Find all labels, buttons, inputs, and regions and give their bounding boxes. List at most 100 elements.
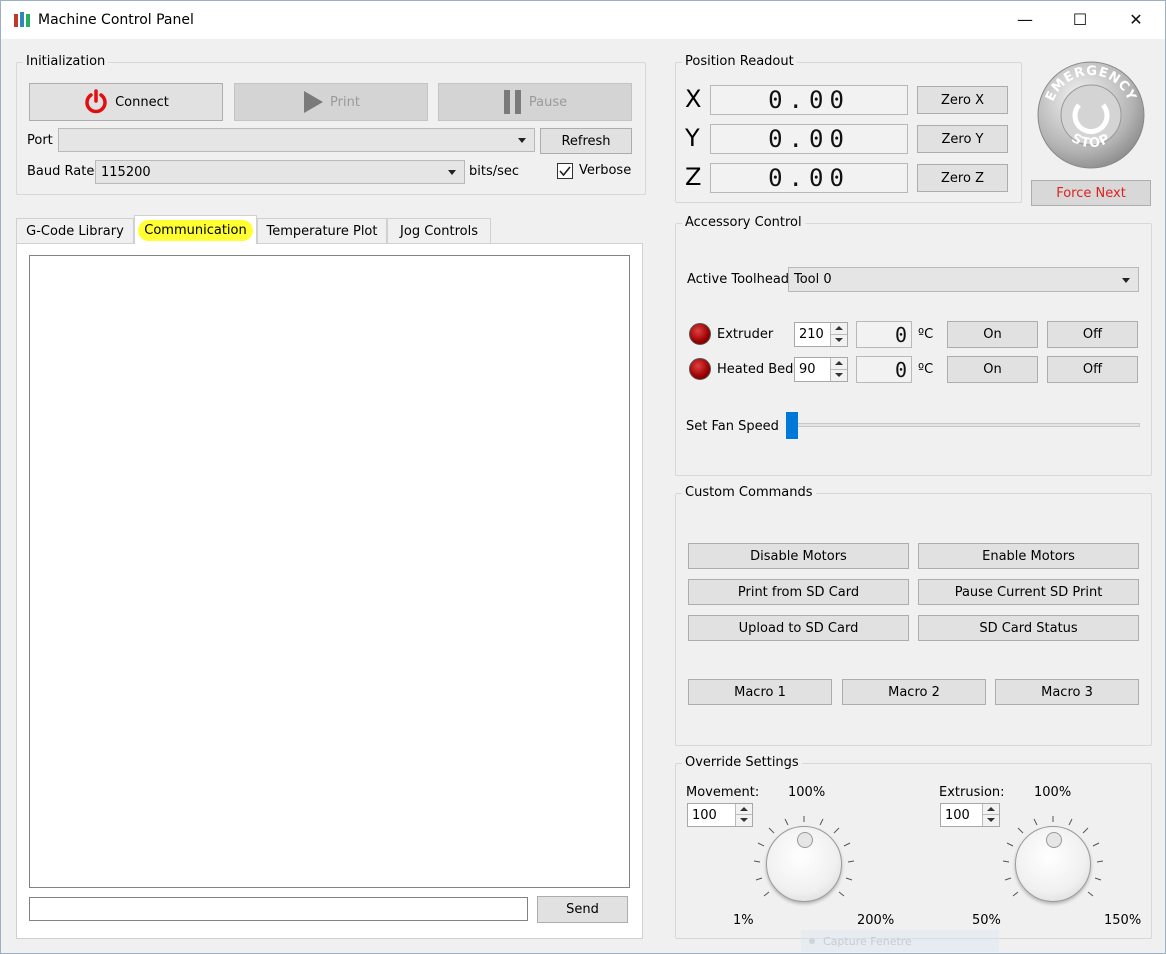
extruder-status-led-icon: [689, 323, 711, 345]
initialization-label: Initialization: [23, 54, 109, 69]
communication-log[interactable]: [29, 255, 630, 888]
print-label: Print: [330, 94, 360, 110]
bed-off-button[interactable]: Off: [1047, 356, 1138, 383]
baud-rate-value: 115200: [101, 164, 151, 180]
dial-indicator-icon: [797, 832, 813, 848]
baud-rate-label: Baud Rate: [27, 164, 95, 179]
minimize-button[interactable]: —: [997, 1, 1053, 39]
override-settings-label: Override Settings: [682, 755, 802, 770]
extrusion-stepper[interactable]: 100: [940, 803, 1000, 827]
bed-on-button[interactable]: On: [947, 356, 1038, 383]
macro-1-button[interactable]: Macro 1: [688, 679, 832, 705]
maximize-button[interactable]: ☐: [1052, 1, 1108, 39]
port-select[interactable]: [58, 128, 535, 152]
command-input[interactable]: [29, 897, 528, 921]
force-next-button[interactable]: Force Next: [1031, 180, 1151, 206]
movement-min-label: 1%: [733, 913, 754, 928]
bed-setpoint-stepper[interactable]: 90: [794, 357, 848, 382]
title-bar: Machine Control Panel — ☐ ✕: [1, 1, 1165, 39]
tab-communication[interactable]: Communication: [134, 215, 257, 244]
extruder-label: Extruder: [717, 327, 774, 342]
toolhead-select[interactable]: Tool 0: [788, 267, 1139, 292]
increment-icon[interactable]: [830, 323, 847, 335]
baud-rate-select[interactable]: 115200: [95, 160, 465, 184]
movement-max-label: 200%: [857, 913, 895, 928]
movement-stepper[interactable]: 100: [687, 803, 753, 827]
verbose-checkbox[interactable]: [557, 163, 573, 179]
toolhead-value: Tool 0: [794, 272, 832, 287]
capture-overlay: Capture Fenetre: [801, 930, 999, 952]
disable-motors-button[interactable]: Disable Motors: [688, 543, 909, 569]
close-button[interactable]: ✕: [1108, 1, 1164, 39]
tab-jog-controls[interactable]: Jog Controls: [387, 218, 491, 244]
bed-temperature-display: 0: [856, 356, 912, 383]
movement-top-label: 100%: [788, 785, 826, 800]
upload-to-sd-button[interactable]: Upload to SD Card: [688, 615, 909, 641]
z-axis-label: Z: [685, 163, 702, 191]
bed-unit: ºC: [918, 362, 934, 377]
checkmark-icon: [559, 166, 571, 177]
enable-motors-button[interactable]: Enable Motors: [918, 543, 1139, 569]
extruder-unit: ºC: [918, 327, 934, 342]
main-window: Machine Control Panel — ☐ ✕ Initializati…: [0, 0, 1166, 954]
extruder-setpoint-stepper[interactable]: 210: [794, 322, 848, 347]
fan-speed-label: Set Fan Speed: [686, 419, 779, 434]
zero-z-button[interactable]: Zero Z: [917, 164, 1008, 192]
pause-label: Pause: [528, 94, 568, 110]
movement-dial[interactable]: [766, 826, 842, 902]
bed-setpoint-value: 90: [799, 362, 816, 377]
pause-button[interactable]: Pause: [438, 83, 632, 121]
decrement-icon[interactable]: [830, 334, 847, 346]
increment-icon[interactable]: [735, 804, 752, 815]
decrement-icon[interactable]: [982, 815, 999, 826]
increment-icon[interactable]: [982, 804, 999, 815]
tab-communication-label: Communication: [138, 219, 253, 241]
sd-card-status-button[interactable]: SD Card Status: [918, 615, 1139, 641]
tab-gcode-library[interactable]: G-Code Library: [16, 218, 134, 244]
extruder-temperature-display: 0: [856, 321, 912, 348]
refresh-button[interactable]: Refresh: [540, 128, 632, 154]
zero-x-button[interactable]: Zero X: [917, 86, 1008, 114]
z-position-display: 0.00: [710, 163, 908, 193]
active-toolhead-label: Active Toolhead: [687, 272, 790, 287]
fan-speed-slider-handle[interactable]: [786, 412, 798, 439]
movement-value: 100: [692, 807, 717, 823]
increment-icon[interactable]: [830, 358, 847, 370]
power-icon: [85, 89, 107, 114]
dial-indicator-icon: [1046, 832, 1062, 848]
connect-label: Connect: [115, 94, 169, 110]
window-title: Machine Control Panel: [38, 12, 194, 28]
fan-speed-slider-track[interactable]: [786, 423, 1140, 427]
play-icon: [304, 91, 324, 113]
chevron-down-icon: [518, 138, 526, 143]
pause-sd-print-button[interactable]: Pause Current SD Print: [918, 579, 1139, 605]
y-axis-label: Y: [685, 124, 700, 152]
extruder-setpoint-value: 210: [799, 327, 824, 342]
heated-bed-label: Heated Bed: [717, 362, 794, 377]
baud-unit-label: bits/sec: [469, 164, 520, 179]
print-from-sd-button[interactable]: Print from SD Card: [688, 579, 909, 605]
connect-button[interactable]: Connect: [29, 83, 223, 121]
zero-y-button[interactable]: Zero Y: [917, 125, 1008, 153]
app-icon: [14, 12, 30, 27]
accessory-control-group: Accessory Control: [675, 215, 1152, 476]
capture-icon: [809, 938, 815, 944]
extruder-on-button[interactable]: On: [947, 321, 1038, 348]
accessory-control-label: Accessory Control: [682, 215, 805, 230]
emergency-stop-button[interactable]: EMERGENCY STOP: [1035, 59, 1147, 171]
extrusion-min-label: 50%: [972, 913, 1001, 928]
decrement-icon[interactable]: [830, 369, 847, 381]
capture-overlay-text: Capture Fenetre: [823, 934, 912, 948]
tab-temperature-plot[interactable]: Temperature Plot: [257, 218, 387, 244]
port-label: Port: [27, 133, 53, 148]
send-button[interactable]: Send: [537, 896, 628, 923]
extruder-off-button[interactable]: Off: [1047, 321, 1138, 348]
extrusion-dial[interactable]: [1015, 826, 1091, 902]
chevron-down-icon: [1122, 277, 1130, 283]
macro-3-button[interactable]: Macro 3: [995, 679, 1139, 705]
y-position-display: 0.00: [710, 124, 908, 154]
extrusion-label: Extrusion:: [939, 785, 1005, 800]
macro-2-button[interactable]: Macro 2: [842, 679, 986, 705]
pause-icon: [503, 90, 521, 114]
print-button[interactable]: Print: [234, 83, 428, 121]
